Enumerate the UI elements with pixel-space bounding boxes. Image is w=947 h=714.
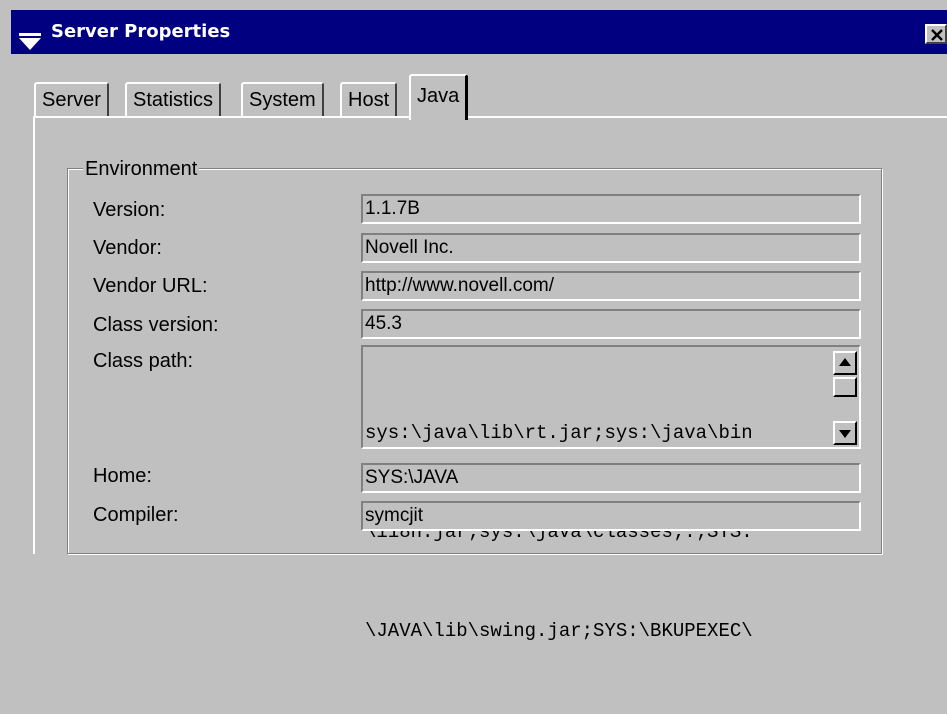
tab-label: Java <box>417 85 460 107</box>
class-path-label: Class path: <box>93 350 194 372</box>
compiler-label: Compiler: <box>93 504 179 526</box>
window-title: Server Properties <box>51 21 231 42</box>
home-label: Home: <box>93 465 152 487</box>
close-icon <box>931 29 943 41</box>
vendor-url-label: Vendor URL: <box>93 275 208 297</box>
tab-label: Server <box>42 89 101 111</box>
vendor-url-field[interactable]: http://www.novell.com/ <box>361 271 861 301</box>
tab-host[interactable]: Host <box>340 82 398 118</box>
class-version-field[interactable]: 45.3 <box>361 309 861 339</box>
version-label: Version: <box>93 199 166 221</box>
system-menu-icon[interactable] <box>19 24 41 50</box>
scroll-thumb[interactable] <box>833 377 857 397</box>
vendor-field[interactable]: Novell Inc. <box>361 233 861 263</box>
home-field[interactable]: SYS:\JAVA <box>361 463 861 493</box>
arrow-down-icon <box>839 430 851 438</box>
compiler-field[interactable]: symcjit <box>361 501 861 531</box>
tab-system[interactable]: System <box>241 82 324 118</box>
version-field[interactable]: 1.1.7B <box>361 194 861 224</box>
tab-statistics[interactable]: Statistics <box>125 82 222 118</box>
tab-label: Statistics <box>133 89 214 111</box>
vendor-label: Vendor: <box>93 237 162 259</box>
class-path-textarea[interactable]: sys:\java\lib\rt.jar;sys:\java\bin \i18n… <box>361 345 861 642</box>
server-properties-window: Server Properties Server Statistics Syst… <box>0 0 947 642</box>
title-bar[interactable]: Server Properties <box>11 10 947 54</box>
class-version-label: Class version: <box>93 314 219 336</box>
class-path-line: \JAVA\lib\swing.jar;SYS:\BKUPEXEC\ <box>365 620 753 642</box>
tab-label: System <box>249 89 316 111</box>
close-button[interactable] <box>925 24 947 44</box>
arrow-up-icon <box>839 358 851 366</box>
class-path-text[interactable]: sys:\java\lib\rt.jar;sys:\java\bin \i18n… <box>365 351 833 714</box>
class-path-line: sys:\java\lib\rt.jar;sys:\java\bin <box>365 422 753 444</box>
scroll-up-button[interactable] <box>833 351 857 375</box>
class-path-scrollbar[interactable] <box>833 351 857 445</box>
scroll-down-button[interactable] <box>833 421 857 445</box>
tab-java[interactable]: Java <box>409 74 469 120</box>
tab-label: Host <box>348 89 390 111</box>
environment-group-label: Environment <box>83 158 200 180</box>
tab-server[interactable]: Server <box>34 82 109 118</box>
